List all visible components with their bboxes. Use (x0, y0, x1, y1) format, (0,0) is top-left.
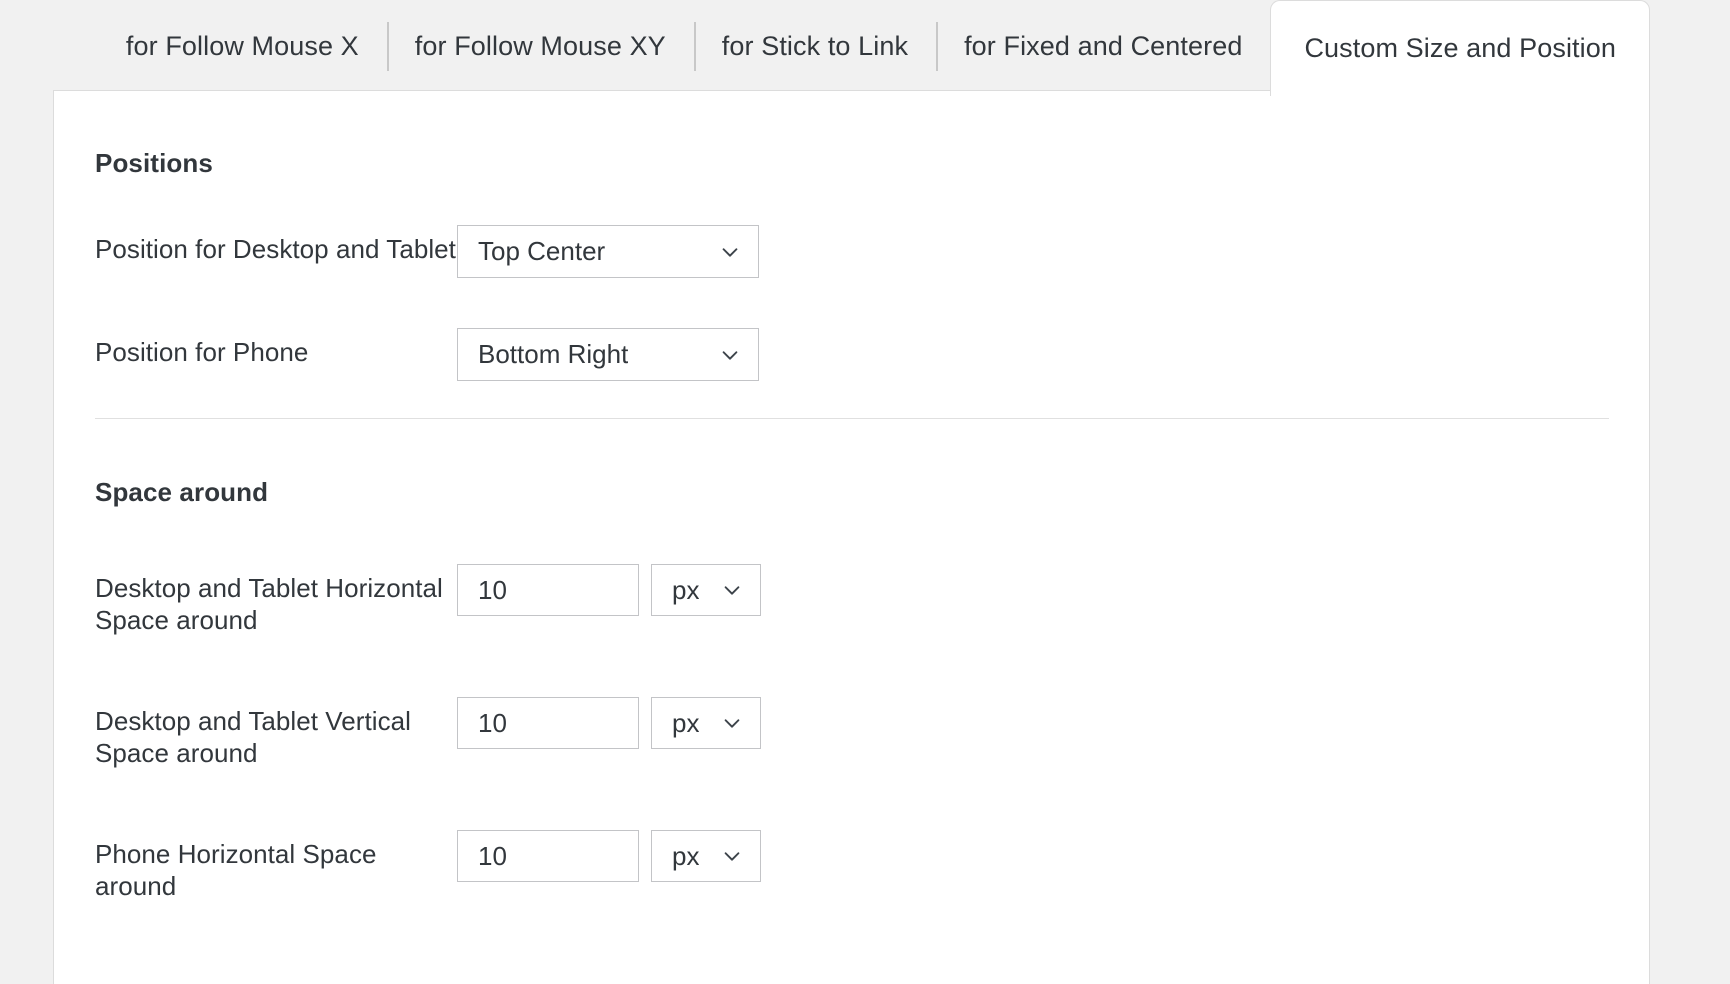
field-label: Position for Phone (95, 328, 457, 369)
chevron-down-icon (721, 579, 743, 601)
tab-for-stick-to-link[interactable]: for Stick to Link (694, 0, 936, 93)
tab-label: for Follow Mouse XY (415, 33, 666, 60)
position-desktop-tablet-select[interactable]: Top Center (457, 225, 759, 278)
select-value: Top Center (478, 236, 605, 267)
tab-custom-size-and-position[interactable]: Custom Size and Position (1270, 0, 1650, 96)
tab-for-follow-mouse-x[interactable]: for Follow Mouse X (98, 0, 387, 93)
field-row-desktop-tablet-horizontal-space: Desktop and Tablet Horizontal Space arou… (95, 564, 761, 637)
select-value: px (672, 841, 699, 872)
chevron-down-icon (721, 712, 743, 734)
select-value: px (672, 708, 699, 739)
field-row-phone-horizontal-space: Phone Horizontal Space around px (95, 830, 761, 903)
settings-screen: for Follow Mouse X for Follow Mouse XY f… (0, 0, 1730, 984)
field-label: Desktop and Tablet Horizontal Space arou… (95, 564, 457, 637)
select-value: px (672, 575, 699, 606)
field-controls: px (457, 697, 761, 749)
field-row-desktop-tablet-vertical-space: Desktop and Tablet Vertical Space around… (95, 697, 761, 770)
field-label: Phone Horizontal Space around (95, 830, 457, 903)
chevron-down-icon (719, 241, 741, 263)
tab-for-follow-mouse-xy[interactable]: for Follow Mouse XY (387, 0, 694, 93)
tab-content-panel: Positions Position for Desktop and Table… (53, 90, 1650, 984)
tab-label: for Follow Mouse X (126, 33, 359, 60)
desktop-tablet-horizontal-space-unit-select[interactable]: px (651, 564, 761, 616)
tab-for-fixed-and-centered[interactable]: for Fixed and Centered (936, 0, 1270, 93)
position-phone-select[interactable]: Bottom Right (457, 328, 759, 381)
select-value: Bottom Right (478, 339, 628, 370)
phone-horizontal-space-input[interactable] (457, 830, 639, 882)
tab-bar: for Follow Mouse X for Follow Mouse XY f… (53, 0, 1650, 93)
field-controls: px (457, 830, 761, 882)
field-controls: Top Center (457, 225, 759, 278)
tab-label: for Fixed and Centered (964, 33, 1242, 60)
desktop-tablet-horizontal-space-input[interactable] (457, 564, 639, 616)
chevron-down-icon (721, 845, 743, 867)
tab-label: Custom Size and Position (1304, 35, 1616, 62)
chevron-down-icon (719, 344, 741, 366)
phone-horizontal-space-unit-select[interactable]: px (651, 830, 761, 882)
field-row-position-desktop-tablet: Position for Desktop and Tablet Top Cent… (95, 225, 759, 278)
field-label: Desktop and Tablet Vertical Space around (95, 697, 457, 770)
desktop-tablet-vertical-space-unit-select[interactable]: px (651, 697, 761, 749)
field-label: Position for Desktop and Tablet (95, 225, 457, 266)
desktop-tablet-vertical-space-input[interactable] (457, 697, 639, 749)
field-controls: px (457, 564, 761, 616)
space-around-section-heading: Space around (95, 477, 268, 508)
field-row-position-phone: Position for Phone Bottom Right (95, 328, 759, 381)
section-divider (95, 418, 1609, 419)
tab-label: for Stick to Link (722, 33, 908, 60)
positions-section-heading: Positions (95, 148, 213, 179)
field-controls: Bottom Right (457, 328, 759, 381)
